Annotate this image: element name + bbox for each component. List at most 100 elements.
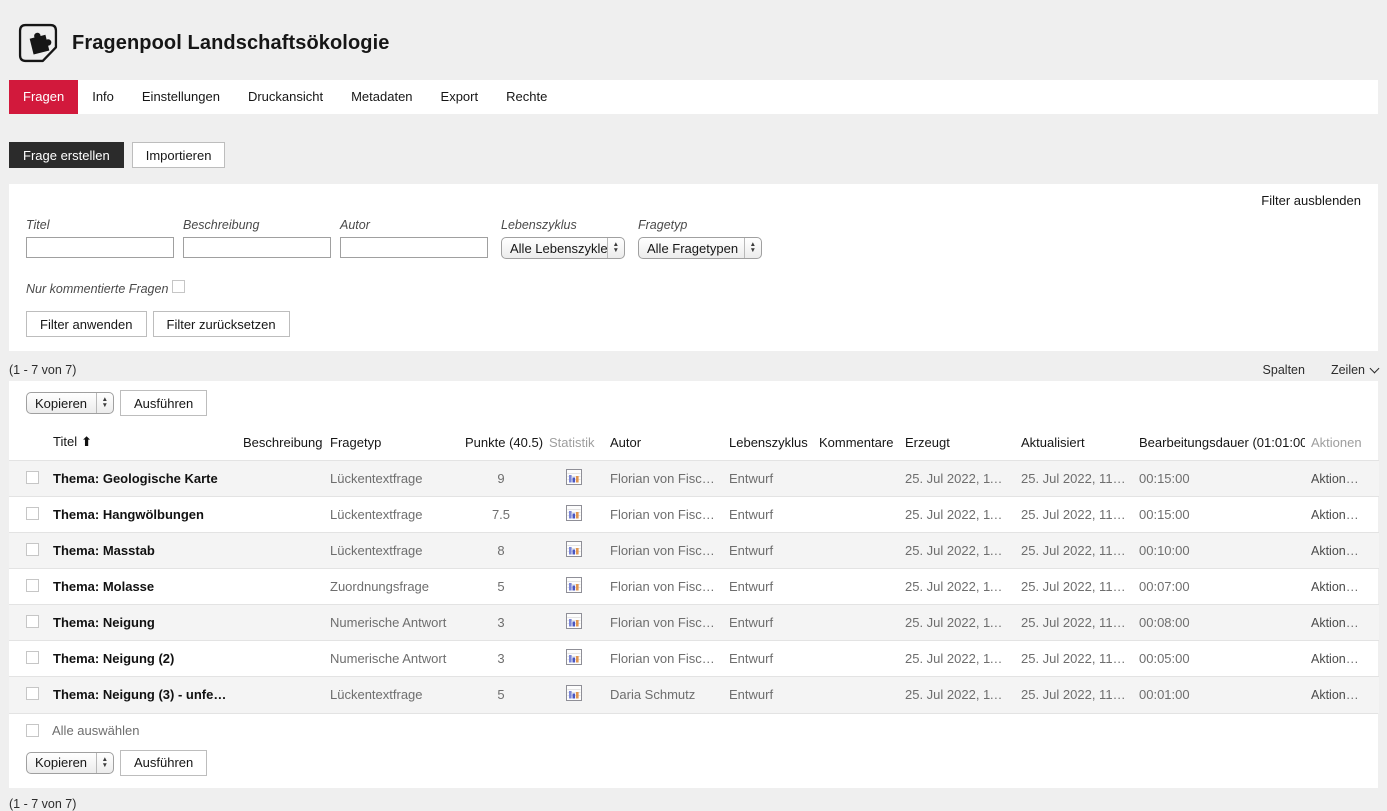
columns-selector[interactable]: Spalten — [1263, 363, 1305, 377]
commented-only-checkbox[interactable] — [172, 280, 185, 293]
statistics-icon[interactable] — [566, 541, 582, 557]
question-title-cell[interactable]: Thema: Neigung (2) — [47, 641, 237, 677]
execute-button[interactable]: Ausführen — [120, 390, 207, 416]
author-cell: Florian von Fischer — [604, 569, 723, 605]
statistics-icon[interactable] — [566, 577, 582, 593]
question-title-cell[interactable]: Thema: Molasse — [47, 569, 237, 605]
rows-selector[interactable]: Zeilen — [1331, 363, 1378, 377]
filter-input-beschreibung[interactable] — [183, 237, 331, 258]
row-checkbox[interactable] — [26, 651, 39, 664]
question-type-cell: Lückentextfrage — [324, 533, 459, 569]
row-checkbox-cell — [9, 677, 47, 713]
row-checkbox[interactable] — [26, 615, 39, 628]
working-time-cell: 00:08:00 — [1133, 605, 1305, 641]
statistics-icon[interactable] — [566, 649, 582, 665]
actions-cell: Aktionen — [1305, 569, 1379, 605]
row-checkbox[interactable] — [26, 471, 39, 484]
question-description-cell — [237, 497, 324, 533]
question-row: Thema: HangwölbungenLückentextfrage7.5Fl… — [9, 497, 1379, 533]
page-header: Fragenpool Landschaftsökologie — [0, 0, 1387, 80]
import-button[interactable]: Importieren — [132, 142, 226, 168]
column-header-titel[interactable]: Titel⬆ — [47, 425, 237, 461]
question-row: Thema: Neigung (3) - unfertigLückentextf… — [9, 677, 1379, 713]
lifecycle-cell: Entwurf — [723, 677, 813, 713]
column-header-punkte-40-5[interactable]: Punkte (40.5) — [459, 425, 543, 461]
question-type-cell: Lückentextfrage — [324, 461, 459, 497]
points-cell: 9 — [459, 461, 543, 497]
chevron-down-icon — [1364, 689, 1374, 699]
filter-label-fragetyp: Fragetyp — [638, 218, 762, 232]
bulk-action-select[interactable]: Kopieren ▲▼ — [26, 392, 114, 414]
column-header-autor[interactable]: Autor — [604, 425, 723, 461]
row-actions-dropdown[interactable]: Aktionen — [1311, 688, 1373, 702]
hide-filter-link[interactable]: Filter ausblenden — [1261, 193, 1361, 208]
header-checkbox-column — [9, 425, 47, 461]
filter-select-lebenszyklus[interactable]: Alle Lebenszyklen▲▼ — [501, 237, 625, 259]
row-actions-dropdown[interactable]: Aktionen — [1311, 616, 1373, 630]
tab-druckansicht[interactable]: Druckansicht — [234, 80, 337, 114]
statistics-icon[interactable] — [566, 469, 582, 485]
question-title-cell[interactable]: Thema: Masstab — [47, 533, 237, 569]
created-cell: 25. Jul 2022, 11:03 — [899, 569, 1015, 605]
column-header-aktualisiert[interactable]: Aktualisiert — [1015, 425, 1133, 461]
chevron-down-icon — [1364, 545, 1374, 555]
statistics-icon[interactable] — [566, 613, 582, 629]
statistics-cell — [543, 605, 604, 641]
bulk-action-select-bottom[interactable]: Kopieren ▲▼ — [26, 752, 114, 774]
question-table-body: Thema: Geologische Karte Lückentextfrage9… — [9, 461, 1379, 713]
row-actions-dropdown[interactable]: Aktionen — [1311, 652, 1373, 666]
column-header-label: Beschreibung — [243, 435, 323, 450]
column-header-lebenszyklus[interactable]: Lebenszyklus — [723, 425, 813, 461]
row-actions-dropdown[interactable]: Aktionen — [1311, 580, 1373, 594]
question-title-cell[interactable]: Thema: Neigung (3) - unfertig — [47, 677, 237, 713]
row-actions-dropdown[interactable]: Aktionen — [1311, 508, 1373, 522]
filter-input-autor[interactable] — [340, 237, 488, 258]
tab-info[interactable]: Info — [78, 80, 128, 114]
row-checkbox-cell — [9, 569, 47, 605]
filter-field-lebenszyklus: LebenszyklusAlle Lebenszyklen▲▼ — [501, 218, 625, 259]
comments-cell — [813, 497, 899, 533]
statistics-icon[interactable] — [566, 685, 582, 701]
result-range-bottom: (1 - 7 von 7) — [9, 797, 1378, 811]
comments-cell — [813, 641, 899, 677]
created-cell: 25. Jul 2022, 11:03 — [899, 497, 1015, 533]
question-title-cell[interactable]: Thema: Geologische Karte — [47, 461, 237, 497]
column-header-bearbeitungsdauer-01-01-00[interactable]: Bearbeitungsdauer (01:01:00) — [1133, 425, 1305, 461]
filter-field-beschreibung: Beschreibung — [183, 218, 331, 259]
points-cell: 3 — [459, 641, 543, 677]
create-question-button[interactable]: Frage erstellen — [9, 142, 124, 168]
execute-button-bottom[interactable]: Ausführen — [120, 750, 207, 776]
reset-filter-button[interactable]: Filter zurücksetzen — [153, 311, 290, 337]
row-checkbox[interactable] — [26, 687, 39, 700]
statistics-icon[interactable] — [566, 505, 582, 521]
updated-cell: 25. Jul 2022, 11:03 — [1015, 605, 1133, 641]
filter-select-fragetyp[interactable]: Alle Fragetypen▲▼ — [638, 237, 762, 259]
row-actions-dropdown[interactable]: Aktionen — [1311, 472, 1373, 486]
select-all-checkbox[interactable] — [26, 724, 39, 737]
tab-rechte[interactable]: Rechte — [492, 80, 561, 114]
tab-export[interactable]: Export — [427, 80, 493, 114]
tab-metadaten[interactable]: Metadaten — [337, 80, 426, 114]
row-checkbox-cell — [9, 605, 47, 641]
tab-einstellungen[interactable]: Einstellungen — [128, 80, 234, 114]
question-title-cell[interactable]: Thema: Neigung — [47, 605, 237, 641]
lifecycle-cell: Entwurf — [723, 605, 813, 641]
row-checkbox[interactable] — [26, 507, 39, 520]
row-actions-dropdown[interactable]: Aktionen — [1311, 544, 1373, 558]
chevron-down-icon — [1364, 617, 1374, 627]
question-title-cell[interactable]: Thema: Hangwölbungen — [47, 497, 237, 533]
row-checkbox[interactable] — [26, 543, 39, 556]
apply-filter-button[interactable]: Filter anwenden — [26, 311, 147, 337]
tab-fragen[interactable]: Fragen — [9, 80, 78, 114]
row-checkbox[interactable] — [26, 579, 39, 592]
column-header-fragetyp[interactable]: Fragetyp — [324, 425, 459, 461]
filter-input-titel[interactable] — [26, 237, 174, 258]
column-header-erzeugt[interactable]: Erzeugt — [899, 425, 1015, 461]
chevron-down-icon — [1364, 473, 1374, 483]
column-header-kommentare[interactable]: Kommentare — [813, 425, 899, 461]
select-stepper-icon: ▲▼ — [744, 238, 761, 258]
filter-panel: Filter ausblenden TitelBeschreibungAutor… — [9, 184, 1378, 351]
sort-ascending-icon[interactable]: ⬆ — [81, 434, 92, 449]
column-header-beschreibung[interactable]: Beschreibung — [237, 425, 324, 461]
question-pool-icon — [17, 22, 59, 64]
